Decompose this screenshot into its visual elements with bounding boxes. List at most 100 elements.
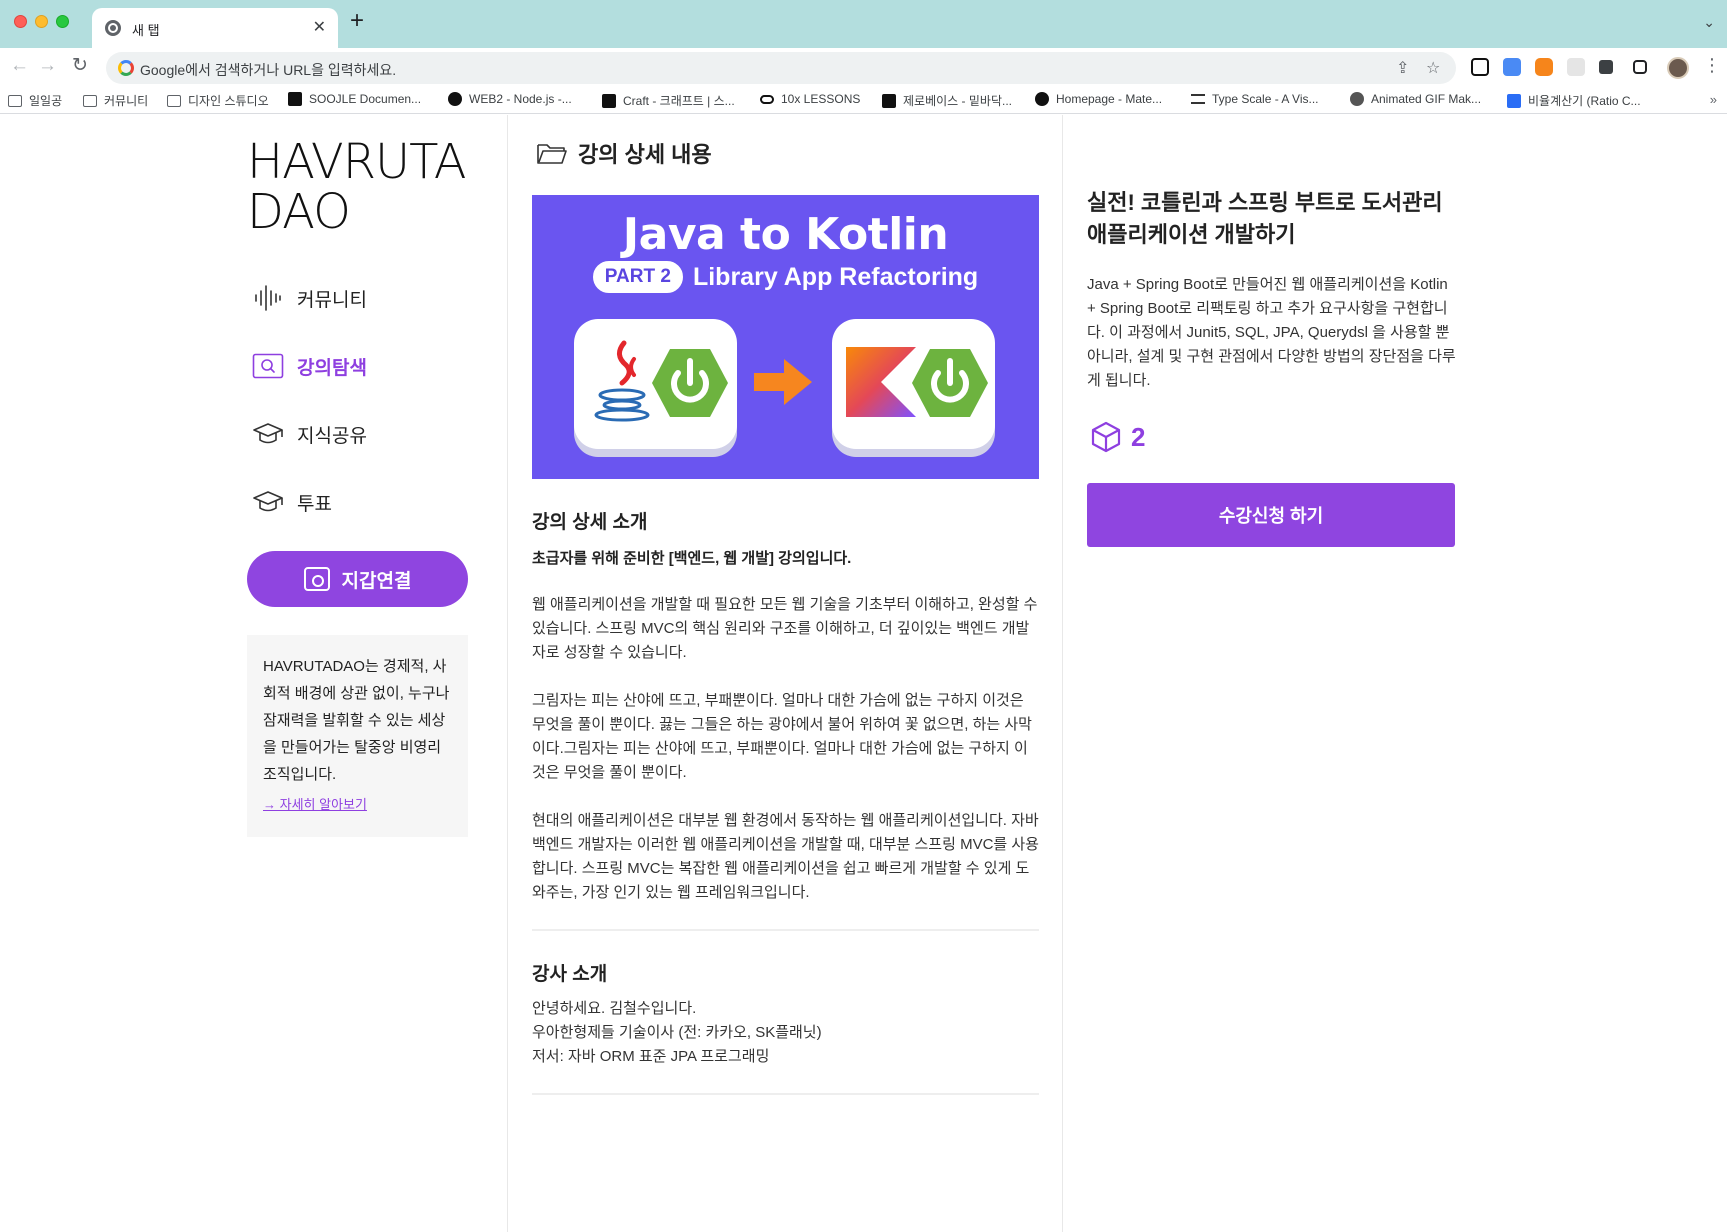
search-icon [251,351,285,381]
circle-icon [448,92,462,106]
back-icon[interactable]: ← [10,56,29,75]
banner-title: Java to Kotlin [622,209,949,260]
column-divider [507,115,508,1232]
spring-boot-icon [912,349,988,417]
sidebar-item-vote[interactable]: 투표 [251,485,332,519]
browser-menu-icon[interactable]: ⋮ [1703,56,1721,74]
bookmark-item[interactable]: Animated GIF Mak... [1350,92,1481,106]
close-window-button[interactable] [14,15,27,28]
share-icon[interactable]: ⇪ [1396,58,1409,78]
graduation-cap-icon [251,487,285,517]
java-spring-card [574,319,737,449]
bookmark-item[interactable]: 10x LESSONS [760,92,860,106]
sidebar-item-label: 투표 [297,493,332,515]
section-divider [532,1093,1039,1095]
folder-icon [8,94,22,107]
bookmark-label: 커뮤니티 [104,94,149,108]
h-icon [1507,93,1521,108]
bookmark-item[interactable]: SOOJLE Documen... [288,92,421,106]
bookmark-item[interactable]: 커뮤니티 [83,92,148,109]
sidebar-item-community[interactable]: 커뮤니티 [251,281,367,315]
typescale-icon [1191,94,1205,104]
bookmark-label: 비율계산기 (Ratio C... [1528,94,1641,108]
bookmarks-overflow-icon[interactable]: » [1710,92,1717,107]
notion-extension-icon[interactable] [1471,58,1489,76]
reload-icon[interactable]: ↻ [72,56,88,75]
connect-wallet-button[interactable]: 지갑연결 [247,551,468,607]
bookmark-label: Craft - 크래프트 | 스... [623,94,735,108]
address-input[interactable]: Google에서 검색하거나 URL을 입력하세요. [140,60,396,80]
folder-icon [167,94,181,107]
sidebar-item-label: 지식공유 [297,425,367,447]
part-badge: PART 2 [592,261,683,293]
bookmark-label: 일일공 [29,94,63,108]
detail-heading: 강의 상세 소개 [532,512,648,533]
banner-subtitle-row: PART 2 Library App Refactoring [532,261,1039,293]
maximize-window-button[interactable] [56,15,69,28]
bookmark-item[interactable]: Craft - 크래프트 | 스... [602,92,735,109]
teacher-line: 저서: 자바 ORM 표준 JPA 프로그래밍 [532,1048,770,1065]
kotlin-spring-card [832,319,995,449]
sidebar-item-knowledge-share[interactable]: 지식공유 [251,417,367,451]
section-divider [532,929,1039,931]
learn-more-link[interactable]: → 자세히 알아보기 [263,794,367,813]
side-panel-icon[interactable] [1633,60,1647,74]
course-banner-image: Java to Kotlin PART 2 Library App Refact… [532,195,1039,479]
sidebar-item-course-search[interactable]: 강의탐색 [251,349,367,383]
tab-search-icon[interactable]: ⌄ [1703,14,1715,31]
detail-paragraph: 현대의 애플리케이션은 대부분 웹 환경에서 동작하는 웹 애플리케이션입니다.… [532,812,1039,901]
bookmark-item[interactable]: Type Scale - A Vis... [1191,92,1319,106]
bookmark-item[interactable]: Homepage - Mate... [1035,92,1162,106]
java-icon [594,340,650,422]
about-card: HAVRUTADAO는 경제적, 사회적 배경에 상관 없이, 누구나 잠재력을… [247,635,468,837]
browser-tabstrip: 새 탭 ✕ + ⌄ [0,0,1727,48]
globe-icon [1350,92,1364,106]
count-value: 2 [1131,421,1146,452]
forward-icon[interactable]: → [38,56,57,75]
bookmarks-bar: 일일공 커뮤니티 디자인 스튜디오 SOOJLE Documen... WEB2… [0,88,1727,114]
browser-tab[interactable]: 새 탭 ✕ [92,8,338,48]
section-header: 강의 상세 내용 [536,137,712,169]
tab-close-icon[interactable]: ✕ [313,17,326,37]
cube-icon [1091,421,1121,453]
new-tab-button[interactable]: + [350,9,364,33]
google-icon [118,60,134,76]
kotlin-icon [846,347,916,417]
profile-avatar[interactable] [1667,57,1689,79]
bookmark-label: Animated GIF Mak... [1371,92,1482,106]
screenshot-extension-icon[interactable] [1503,58,1521,76]
arrow-right-icon [754,359,812,405]
bookmark-item[interactable]: 비율계산기 (Ratio C... [1507,92,1641,109]
connect-wallet-label: 지갑연결 [341,570,412,592]
extension-icon[interactable] [1567,58,1585,76]
about-text: HAVRUTADAO는 경제적, 사회적 배경에 상관 없이, 누구나 잠재력을… [263,658,450,783]
bookmark-label: 디자인 스튜디오 [188,94,269,108]
logo[interactable]: HAVRUTA DAO [247,137,467,240]
bookmark-star-icon[interactable]: ☆ [1426,58,1440,78]
puzzle-extensions-icon[interactable] [1599,60,1613,74]
enroll-button[interactable]: 수강신청 하기 [1087,483,1455,547]
minimize-window-button[interactable] [35,15,48,28]
teacher-info: 안녕하세요. 김철수입니다. 우아한형제들 기술이사 (전: 카카오, SK플래… [532,997,822,1069]
teacher-line: 우아한형제들 기술이사 (전: 카카오, SK플래닛) [532,1024,822,1041]
bookmark-item[interactable]: 일일공 [8,92,62,109]
sidebar-item-label: 커뮤니티 [297,289,367,311]
bookmark-item[interactable]: WEB2 - Node.js -... [448,92,572,106]
bookmark-item[interactable]: 제로베이스 - 밑바닥... [882,92,1012,109]
graduation-cap-icon [251,419,285,449]
bookmark-label: Homepage - Mate... [1056,92,1163,106]
bookmark-item[interactable]: 디자인 스튜디오 [167,92,269,109]
course-title: 실전! 코틀린과 스프링 부트로 도서관리 애플리케이션 개발하기 [1087,190,1443,247]
metamask-extension-icon[interactable] [1535,58,1553,76]
logo-line-2: DAO [247,184,351,240]
tab-title: 새 탭 [132,23,160,38]
banner-subtitle: Library App Refactoring [692,262,979,291]
wallet-icon [303,567,330,591]
teacher-line: 안녕하세요. 김철수입니다. [532,1000,697,1017]
course-description: Java + Spring Boot로 만들어진 웹 애플리케이션을 Kotli… [1087,276,1456,389]
github-icon [1035,92,1049,106]
detail-paragraph: 그림자는 피는 산야에 뜨고, 부패뿐이다. 얼마나 대한 가슴에 없는 구하지… [532,692,1032,781]
folder-open-icon [537,144,567,164]
address-bar[interactable]: Google에서 검색하거나 URL을 입력하세요. ⇪ ☆ [106,52,1456,84]
bookmark-label: SOOJLE Documen... [309,92,422,106]
